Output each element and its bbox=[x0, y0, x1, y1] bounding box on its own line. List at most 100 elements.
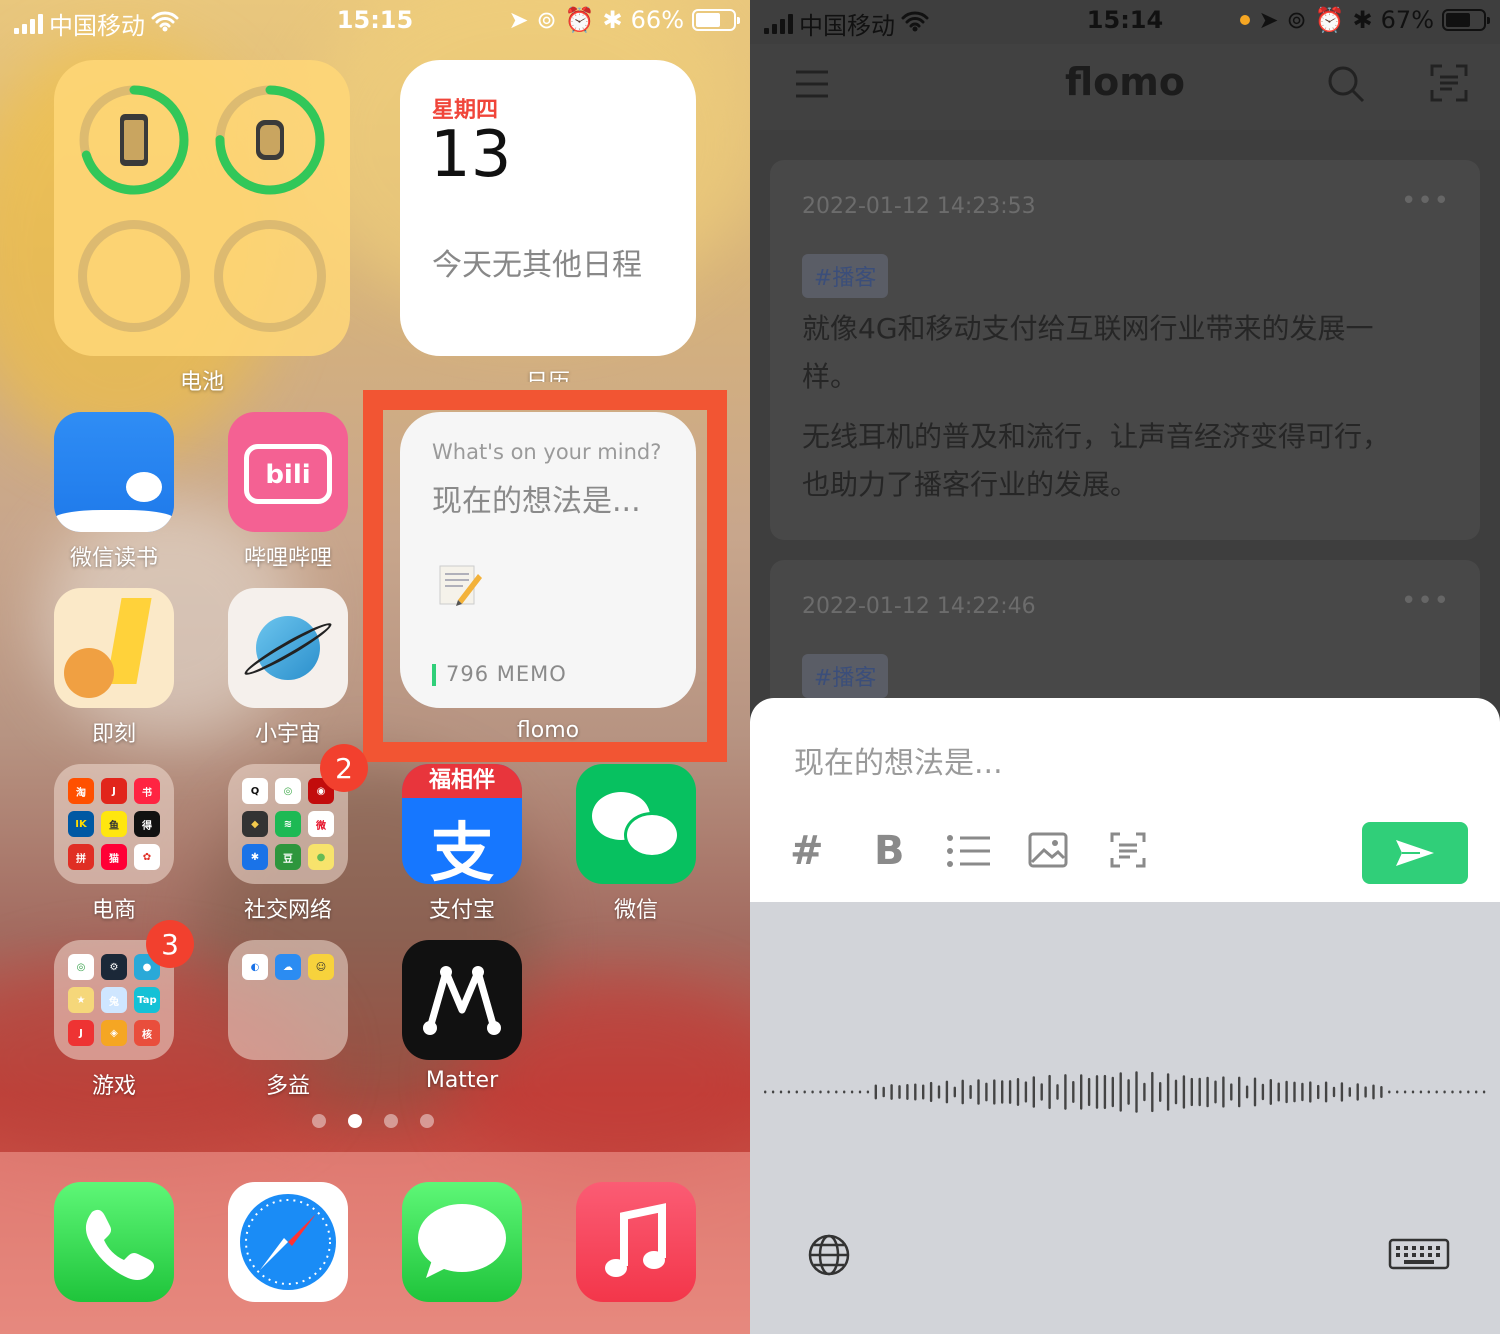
memo-tag[interactable]: #播客 bbox=[802, 254, 889, 298]
shop-icon: ✿ bbox=[134, 844, 160, 870]
taptap-icon: Tap bbox=[134, 987, 160, 1013]
page-indicator[interactable] bbox=[312, 1114, 434, 1128]
memo-card[interactable]: 2022-01-12 14:23:53 ••• #播客 就像4G和移动支付给互联… bbox=[770, 160, 1480, 540]
app-label: 微信读书 bbox=[69, 546, 158, 571]
app-icon: ◈ bbox=[101, 1020, 127, 1046]
more-icon[interactable]: ••• bbox=[1401, 186, 1450, 216]
waveform-bar bbox=[874, 1084, 877, 1100]
calendar-day: 13 bbox=[430, 118, 512, 192]
battery-icon bbox=[1442, 9, 1490, 31]
waveform-bar bbox=[1340, 1082, 1344, 1102]
waveform-bar bbox=[961, 1079, 964, 1105]
scan-icon[interactable] bbox=[1430, 64, 1468, 102]
waveform-bar bbox=[1095, 1075, 1099, 1109]
waveform-bar bbox=[1198, 1077, 1201, 1107]
waveform-bar bbox=[882, 1086, 885, 1098]
memo-line: 也助力了播客行业的发展。 bbox=[802, 468, 1139, 501]
app-icon: 核 bbox=[134, 1020, 160, 1046]
page-dot bbox=[384, 1114, 398, 1128]
tmall-icon: 猫 bbox=[101, 844, 127, 870]
waveform-bar bbox=[1419, 1090, 1423, 1094]
globe-icon[interactable] bbox=[808, 1234, 850, 1280]
waveform-bar bbox=[1072, 1081, 1075, 1103]
search-icon[interactable] bbox=[1326, 64, 1366, 104]
waveform-bar bbox=[1309, 1081, 1312, 1103]
waveform-bar bbox=[1135, 1071, 1138, 1113]
calendar-note: 今天无其他日程 bbox=[432, 248, 642, 283]
hashtag-button[interactable]: # bbox=[790, 828, 824, 874]
app-icon: ◎ bbox=[68, 954, 94, 980]
xiaoyuzhou-icon[interactable] bbox=[228, 588, 348, 708]
music-icon[interactable] bbox=[576, 1182, 696, 1302]
waveform-bar bbox=[771, 1090, 775, 1094]
image-icon[interactable] bbox=[1028, 832, 1068, 872]
list-icon[interactable] bbox=[946, 834, 990, 872]
battery-percent: 67% bbox=[1380, 6, 1434, 34]
ecommerce-folder[interactable]: 淘 J 书 IK 鱼 得 拼 猫 ✿ bbox=[54, 764, 174, 884]
bilibili-icon[interactable]: bili bbox=[228, 412, 348, 532]
location-icon: ➤ bbox=[508, 6, 529, 34]
lock-rotation-icon: ⊚ bbox=[536, 6, 557, 34]
scan-text-icon[interactable] bbox=[1110, 832, 1146, 872]
waveform-bar bbox=[1364, 1086, 1367, 1098]
steam-icon: ⚙ bbox=[101, 954, 127, 980]
alipay-banner: 福相伴 bbox=[402, 764, 522, 798]
waveform-bar bbox=[1451, 1090, 1454, 1094]
battery-percent: 66% bbox=[630, 6, 684, 34]
phone-icon[interactable] bbox=[54, 1182, 174, 1302]
battery-widget[interactable] bbox=[54, 60, 350, 356]
messages-icon[interactable] bbox=[402, 1182, 522, 1302]
status-bar: 中国移动 15:14 ➤ ⊚ ⏰ ✱ 67% bbox=[750, 0, 1500, 44]
douban-app-icon: 豆 bbox=[275, 844, 301, 870]
waveform-bar bbox=[795, 1090, 798, 1094]
waveform-bar bbox=[1317, 1084, 1320, 1100]
bluetooth-icon: ✱ bbox=[1352, 6, 1373, 34]
keyboard-icon[interactable] bbox=[1388, 1238, 1450, 1274]
wechat-icon[interactable] bbox=[576, 764, 696, 884]
waveform-bar bbox=[1293, 1081, 1296, 1103]
bluetooth-icon: ✱ bbox=[602, 6, 623, 34]
waveform-bar bbox=[1064, 1074, 1067, 1110]
memo-line: 样。 bbox=[802, 360, 859, 393]
safari-icon[interactable] bbox=[228, 1182, 348, 1302]
memo-editor: 现在的想法是... # B bbox=[750, 698, 1500, 902]
jd-icon: J bbox=[101, 778, 127, 804]
waveform-bar bbox=[1411, 1090, 1415, 1094]
matter-icon[interactable] bbox=[402, 940, 522, 1060]
dewu-icon: 得 bbox=[134, 811, 160, 837]
wechat-read-icon[interactable] bbox=[54, 412, 174, 532]
memo-input[interactable]: 现在的想法是... bbox=[794, 738, 1456, 782]
memo-timestamp: 2022-01-12 14:23:53 bbox=[802, 194, 1036, 219]
memo-tag[interactable]: #播客 bbox=[802, 654, 889, 698]
waveform-bar bbox=[1285, 1080, 1288, 1104]
app-icon: ☁ bbox=[275, 954, 301, 980]
app-title: flomo bbox=[1065, 60, 1185, 104]
calendar-widget[interactable]: 星期四 13 今天无其他日程 bbox=[400, 60, 696, 356]
empty-battery-ring bbox=[214, 220, 326, 332]
waveform-bar bbox=[1230, 1083, 1233, 1101]
dictation-keyboard bbox=[750, 902, 1500, 1334]
waveform-bar bbox=[890, 1084, 893, 1100]
waveform-bar bbox=[1380, 1085, 1383, 1099]
more-icon[interactable]: ••• bbox=[1401, 586, 1450, 616]
alipay-icon[interactable]: 福相伴 支 bbox=[402, 764, 522, 884]
waveform-bar bbox=[1166, 1073, 1170, 1111]
waveform-bar bbox=[1435, 1090, 1438, 1094]
waveform-bar bbox=[1080, 1074, 1083, 1110]
waveform-bar bbox=[1016, 1078, 1020, 1106]
duoyi-folder[interactable]: ◐ ☁ ☺ bbox=[228, 940, 348, 1060]
waveform-bar bbox=[827, 1090, 830, 1094]
notification-badge: 3 bbox=[146, 920, 194, 968]
waveform-bar bbox=[1403, 1090, 1407, 1094]
waveform-bar bbox=[843, 1090, 846, 1094]
location-icon: ➤ bbox=[1258, 6, 1279, 34]
waveform-bar bbox=[914, 1083, 917, 1101]
waveform-bar bbox=[1206, 1076, 1209, 1108]
send-button[interactable] bbox=[1362, 822, 1468, 884]
waveform-bar bbox=[1040, 1083, 1043, 1101]
waveform-bar bbox=[922, 1084, 925, 1100]
waveform-bar bbox=[819, 1090, 822, 1094]
send-icon bbox=[1396, 840, 1434, 866]
jike-icon[interactable] bbox=[54, 588, 174, 708]
bold-button[interactable]: B bbox=[874, 828, 905, 874]
